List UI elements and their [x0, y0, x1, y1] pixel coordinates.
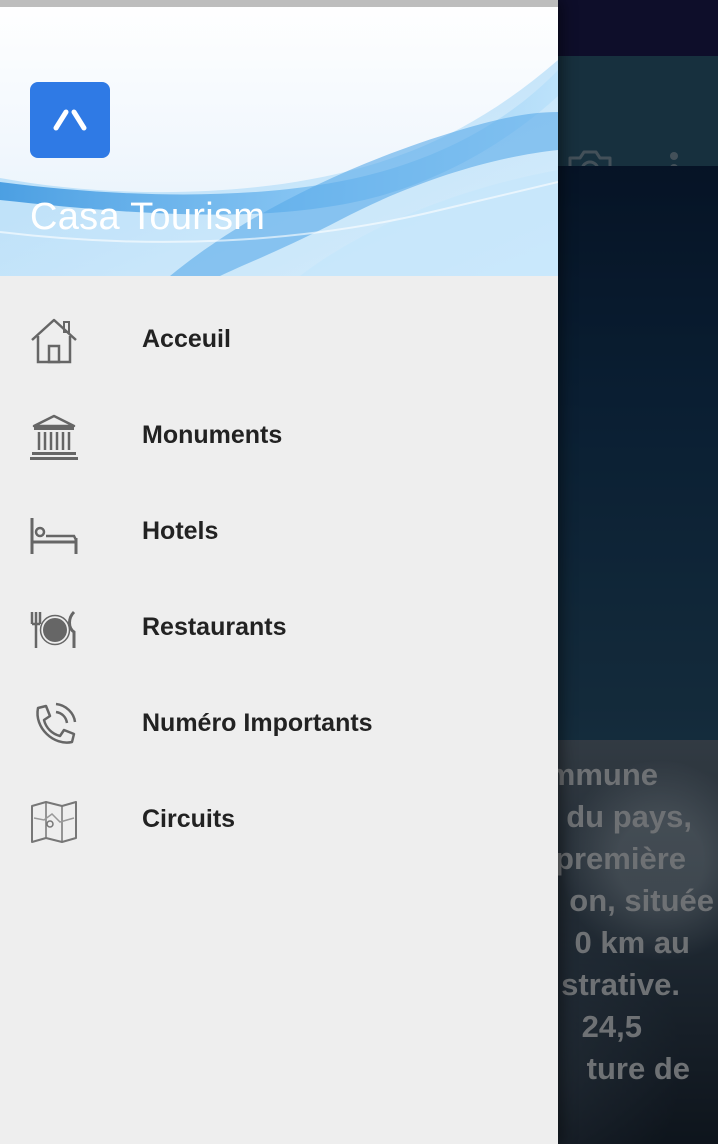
home-icon	[31, 318, 77, 364]
menu-item-circuits[interactable]: Circuits	[0, 774, 558, 870]
drawer-header: Casa Tourism	[0, 0, 558, 276]
app-title: Casa Tourism	[30, 196, 266, 238]
menu-item-label: Circuits	[142, 805, 236, 833]
menu-item-monuments[interactable]: Monuments	[0, 390, 558, 486]
navigation-drawer: Casa Tourism Acceuil Monuments Hotels Re…	[0, 0, 558, 1144]
map-icon	[31, 801, 77, 843]
menu-item-numero-importants[interactable]: Numéro Importants	[0, 678, 558, 774]
drawer-menu: Acceuil Monuments Hotels Restaurants Num…	[0, 294, 558, 870]
app-logo	[30, 82, 110, 158]
menu-item-label: Hotels	[142, 517, 219, 545]
bed-icon	[30, 518, 78, 554]
menu-item-acceuil[interactable]: Acceuil	[0, 294, 558, 390]
app-logo-icon	[53, 109, 87, 131]
menu-item-hotels[interactable]: Hotels	[0, 486, 558, 582]
menu-item-label: Monuments	[142, 421, 283, 449]
menu-item-restaurants[interactable]: Restaurants	[0, 582, 558, 678]
menu-item-label: Acceuil	[142, 325, 231, 353]
menu-item-label: Numéro Importants	[142, 709, 373, 737]
restaurant-icon	[30, 610, 76, 648]
phone-icon	[36, 702, 77, 744]
menu-item-label: Restaurants	[142, 613, 287, 641]
monument-icon	[30, 414, 78, 460]
